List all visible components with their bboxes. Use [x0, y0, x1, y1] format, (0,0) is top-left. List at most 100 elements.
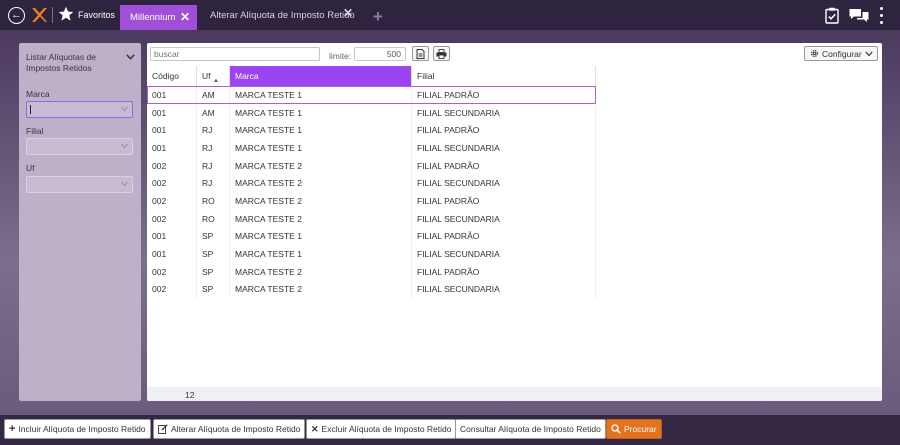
table-row[interactable]: 001 SP MARCA TESTE 1 FILIAL PADRÃO: [147, 227, 596, 246]
chevron-down-icon[interactable]: [126, 54, 135, 60]
close-icon[interactable]: ✕: [343, 6, 353, 20]
favorites-label[interactable]: Favoritos: [78, 10, 115, 20]
table-cell: 002: [147, 192, 197, 210]
close-icon[interactable]: ✕: [180, 10, 190, 24]
table-cell: FILIAL SECUNDARIA: [412, 174, 596, 193]
filial-label: Filial: [26, 126, 44, 136]
edit-icon: [158, 424, 168, 434]
table-row[interactable]: 001 SP MARCA TESTE 1 FILIAL SECUNDARIA: [147, 245, 596, 263]
table-row[interactable]: 001 RJ MARCA TESTE 1 FILIAL SECUNDARIA: [147, 139, 596, 157]
table-row[interactable]: 002 SP MARCA TESTE 2 FILIAL SECUNDARIA: [147, 280, 596, 299]
table-row[interactable]: 002 RO MARCA TESTE 2 FILIAL SECUNDARIA: [147, 209, 596, 228]
more-options-icon[interactable]: [879, 7, 884, 24]
uf-label: Uf: [26, 163, 35, 173]
table-cell: RJ: [197, 121, 230, 140]
search-label: Procurar: [624, 424, 657, 434]
table-cell: 001: [147, 245, 197, 263]
sort-icon: ▲: [213, 78, 219, 84]
table-cell: 002: [147, 209, 197, 228]
table-cell: FILIAL SECUNDARIA: [412, 103, 596, 122]
table-cell: MARCA TESTE 2: [230, 209, 412, 228]
include-button[interactable]: + Incluir Alíquota de Imposto Retido: [4, 419, 151, 439]
filial-select[interactable]: [26, 138, 133, 155]
table-cell: AM: [197, 103, 230, 122]
printer-icon: [436, 48, 447, 59]
chevron-down-icon: [865, 51, 873, 56]
print-button[interactable]: [433, 46, 450, 61]
column-header-filial[interactable]: Filial: [412, 66, 596, 86]
table-row[interactable]: 002 SP MARCA TESTE 2 FILIAL PADRÃO: [147, 262, 596, 281]
chevron-down-icon: [121, 181, 128, 187]
table-cell: MARCA TESTE 1: [230, 121, 412, 140]
table-cell: FILIAL SECUNDARIA: [412, 139, 596, 157]
tab-label: Millennium: [130, 12, 176, 23]
back-button[interactable]: ←: [8, 7, 25, 24]
table-cell: RJ: [197, 174, 230, 193]
uf-select[interactable]: [26, 176, 133, 193]
configure-button[interactable]: Configurar: [804, 46, 878, 61]
marca-select[interactable]: [26, 101, 133, 118]
chevron-down-icon: [121, 143, 128, 149]
action-bar: + Incluir Alíquota de Imposto Retido Alt…: [0, 415, 900, 445]
table-cell: SP: [197, 245, 230, 263]
chevron-down-icon: [121, 106, 128, 112]
marca-label: Marca: [26, 89, 50, 99]
include-label: Incluir Alíquota de Imposto Retido: [18, 424, 146, 434]
chat-icon[interactable]: [849, 8, 869, 23]
add-tab-icon[interactable]: +: [373, 8, 383, 25]
table-row[interactable]: 002 RO MARCA TESTE 2 FILIAL PADRÃO: [147, 192, 596, 210]
search-button[interactable]: Procurar: [606, 419, 662, 439]
table-cell: MARCA TESTE 1: [230, 245, 412, 263]
star-icon[interactable]: [58, 6, 74, 22]
table-row[interactable]: 001 AM MARCA TESTE 1 FILIAL SECUNDARIA: [147, 103, 596, 122]
x-icon: ✕: [311, 423, 319, 434]
filter-panel: Listar Alíquotas de Impostos Retidos Mar…: [19, 43, 141, 401]
table-cell: FILIAL SECUNDARIA: [412, 280, 596, 299]
table-cell: FILIAL SECUNDARIA: [412, 209, 596, 228]
table-cell: FILIAL PADRÃO: [412, 121, 596, 140]
table-cell: FILIAL PADRÃO: [412, 156, 596, 175]
table-cell: FILIAL PADRÃO: [412, 86, 596, 104]
table-cell: 002: [147, 262, 197, 281]
table-cell: 001: [147, 139, 197, 157]
column-header-marca[interactable]: Marca: [230, 66, 412, 86]
back-arrow-icon: ←: [11, 9, 22, 21]
search-input[interactable]: [150, 47, 320, 61]
export-button[interactable]: [412, 46, 429, 61]
gear-icon: [810, 49, 819, 58]
table-cell: RO: [197, 192, 230, 210]
grid-panel: limite: Configurar Código Uf▲ Marca Fili…: [147, 43, 882, 401]
column-header-uf[interactable]: Uf ▲: [197, 66, 230, 86]
alter-label: Alterar Alíquota de Imposto Retido: [171, 424, 301, 434]
topbar-divider: [52, 7, 53, 23]
table-cell: 001: [147, 121, 197, 140]
table-cell: RJ: [197, 139, 230, 157]
column-header-codigo[interactable]: Código: [147, 66, 197, 86]
table-cell: MARCA TESTE 2: [230, 280, 412, 299]
consult-button[interactable]: Consultar Alíquota de Imposto Retido: [455, 419, 606, 439]
table-row[interactable]: 001 RJ MARCA TESTE 1 FILIAL PADRÃO: [147, 121, 596, 140]
table-cell: MARCA TESTE 2: [230, 156, 412, 175]
table-cell: FILIAL PADRÃO: [412, 227, 596, 246]
table-row[interactable]: 001 AM MARCA TESTE 1 FILIAL PADRÃO: [147, 86, 596, 104]
table-cell: MARCA TESTE 2: [230, 262, 412, 281]
table-row[interactable]: 002 RJ MARCA TESTE 2 FILIAL SECUNDARIA: [147, 174, 596, 193]
table-body: 001 AM MARCA TESTE 1 FILIAL PADRÃO 001 AM MARC…: [147, 86, 596, 299]
document-icon: [416, 48, 425, 59]
limit-input[interactable]: [354, 47, 406, 61]
configure-label: Configurar: [822, 48, 862, 59]
exclude-button[interactable]: ✕ Excluir Alíquota de Imposto Retido: [306, 419, 457, 439]
tab-alterar-aliquota[interactable]: Alterar Alíquota de Imposto Retido: [210, 10, 355, 21]
exclude-label: Excluir Alíquota de Imposto Retido: [321, 424, 452, 434]
table-cell: 001: [147, 103, 197, 122]
tab-millennium[interactable]: Millennium ✕: [120, 5, 197, 30]
millennium-logo-icon[interactable]: [31, 6, 47, 24]
alter-button[interactable]: Alterar Alíquota de Imposto Retido: [153, 419, 306, 439]
table-cell: MARCA TESTE 2: [230, 192, 412, 210]
clipboard-check-icon[interactable]: [825, 7, 839, 24]
table-cell: SP: [197, 227, 230, 246]
table-cell: SP: [197, 262, 230, 281]
table-cell: 001: [147, 86, 197, 104]
table-row[interactable]: 002 RJ MARCA TESTE 2 FILIAL PADRÃO: [147, 156, 596, 175]
table-cell: MARCA TESTE 1: [230, 86, 412, 104]
